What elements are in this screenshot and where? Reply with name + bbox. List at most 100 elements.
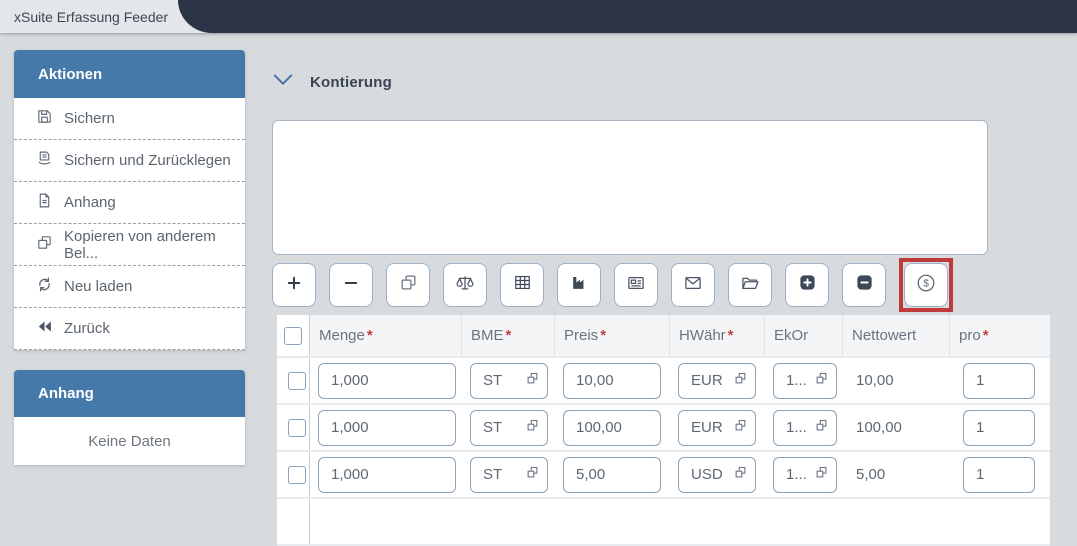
required-marker: * xyxy=(366,327,373,344)
save-putback-icon xyxy=(36,150,53,171)
hwaehr-input-field[interactable] xyxy=(683,372,733,389)
menge-input[interactable] xyxy=(323,419,448,436)
row-checkbox[interactable] xyxy=(288,418,306,437)
column-header-pro: pro * xyxy=(959,327,989,344)
select-all-checkbox[interactable] xyxy=(284,326,302,345)
toolbar-open-folder-button[interactable] xyxy=(728,263,772,307)
action-sichern-zuruecklegen[interactable]: Sichern und Zurücklegen xyxy=(14,140,245,182)
toolbar-add-row-button[interactable] xyxy=(272,263,316,307)
action-sichern[interactable]: Sichern xyxy=(14,98,245,140)
document-icon xyxy=(36,192,53,213)
ekor-input-field[interactable] xyxy=(778,466,814,483)
dollar-circle-icon: $ xyxy=(915,272,937,299)
value-help-icon[interactable] xyxy=(733,418,748,438)
hwaehr-input[interactable] xyxy=(678,362,756,399)
value-help-icon[interactable] xyxy=(733,465,748,485)
toolbar-news-button[interactable] xyxy=(614,263,658,307)
toolbar-factory-button[interactable] xyxy=(557,263,601,307)
kontierung-text-area[interactable] xyxy=(272,120,988,255)
preis-input[interactable] xyxy=(568,372,653,389)
required-marker: * xyxy=(600,327,607,344)
toolbar-table-view-button[interactable] xyxy=(500,263,544,307)
bme-input-field[interactable] xyxy=(475,466,525,483)
copy-icon xyxy=(36,234,53,255)
column-header-nettowert: Nettowert xyxy=(843,315,950,356)
column-header-menge: Menge * xyxy=(310,315,462,356)
value-help-icon[interactable] xyxy=(814,371,829,391)
bme-input[interactable] xyxy=(470,409,548,446)
toolbar-add-filled-button[interactable] xyxy=(785,263,829,307)
hwaehr-input[interactable] xyxy=(678,409,756,446)
action-anhang[interactable]: Anhang xyxy=(14,182,245,224)
value-help-icon[interactable] xyxy=(814,418,829,438)
ekor-input[interactable] xyxy=(773,409,837,446)
ekor-input[interactable] xyxy=(773,362,837,399)
row-checkbox[interactable] xyxy=(288,465,306,484)
column-header-bme: BME * xyxy=(462,315,555,356)
column-header-ekor: EkOr xyxy=(765,315,843,356)
nettowert-value: 10,00 xyxy=(856,372,894,389)
ekor-input[interactable] xyxy=(773,456,837,493)
attachment-panel: Anhang Keine Daten xyxy=(14,370,245,465)
toolbar-currency-button[interactable]: $ xyxy=(904,263,948,307)
hwaehr-input[interactable] xyxy=(678,456,756,493)
section-title-kontierung: Kontierung xyxy=(310,74,392,91)
toolbar-copy-row-button[interactable] xyxy=(386,263,430,307)
table-row: 5,00 xyxy=(277,452,1050,499)
kontierung-table: Menge * BME * Preis * HWähr * EkOr Nettowert… xyxy=(277,315,1050,546)
ekor-input-field[interactable] xyxy=(778,419,814,436)
menge-input[interactable] xyxy=(323,466,448,483)
action-label: Sichern und Zurücklegen xyxy=(64,152,231,169)
bme-input[interactable] xyxy=(470,362,548,399)
hwaehr-input-field[interactable] xyxy=(683,466,733,483)
chevron-down-icon[interactable] xyxy=(272,73,294,92)
toolbar-balance-button[interactable] xyxy=(443,263,487,307)
toolbar-remove-filled-button[interactable] xyxy=(842,263,886,307)
toolbar-remove-row-button[interactable] xyxy=(329,263,373,307)
preis-input[interactable] xyxy=(568,419,653,436)
action-neu-laden[interactable]: Neu laden xyxy=(14,266,245,308)
bme-input[interactable] xyxy=(470,456,548,493)
app-tab-title: xSuite Erfassung Feeder xyxy=(14,8,169,25)
actions-panel-header: Aktionen xyxy=(14,50,245,98)
actions-panel: Aktionen Sichern Sichern und Zurücklegen… xyxy=(14,50,245,350)
column-header-preis: Preis * xyxy=(555,315,670,356)
table-row xyxy=(277,499,1050,546)
action-kopieren[interactable]: Kopieren von anderem Bel... xyxy=(14,224,245,266)
plus-square-icon xyxy=(798,273,817,297)
value-help-icon[interactable] xyxy=(733,371,748,391)
action-zurueck[interactable]: Zurück xyxy=(14,308,245,350)
preis-input[interactable] xyxy=(568,466,653,483)
nettowert-value: 5,00 xyxy=(856,466,886,483)
header-select-cell xyxy=(277,315,310,356)
toolbar-mail-button[interactable] xyxy=(671,263,715,307)
value-help-icon[interactable] xyxy=(525,371,540,391)
scales-icon xyxy=(455,273,475,298)
action-label: Neu laden xyxy=(64,278,133,295)
table-header-row: Menge * BME * Preis * HWähr * EkOr Nettowert… xyxy=(277,315,1050,358)
minus-square-icon xyxy=(855,273,874,297)
bme-input-field[interactable] xyxy=(475,372,525,389)
hwaehr-input-field[interactable] xyxy=(683,419,733,436)
actions-panel-body: Sichern Sichern und Zurücklegen Anhang K… xyxy=(14,98,245,350)
back-icon xyxy=(36,318,53,339)
grid-icon xyxy=(513,273,532,297)
row-checkbox[interactable] xyxy=(288,371,306,390)
pro-input[interactable] xyxy=(968,466,1027,483)
folder-open-icon xyxy=(740,273,760,298)
bme-input-field[interactable] xyxy=(475,419,525,436)
pro-input[interactable] xyxy=(968,419,1027,436)
table-row: 10,00 xyxy=(277,358,1050,405)
pro-input[interactable] xyxy=(968,372,1027,389)
menge-input[interactable] xyxy=(323,372,448,389)
value-help-icon[interactable] xyxy=(525,465,540,485)
newspaper-icon xyxy=(626,273,646,298)
minus-icon xyxy=(342,274,360,297)
ekor-input-field[interactable] xyxy=(778,372,814,389)
action-label: Sichern xyxy=(64,110,115,127)
svg-text:$: $ xyxy=(923,278,929,289)
value-help-icon[interactable] xyxy=(814,465,829,485)
factory-icon xyxy=(570,273,589,297)
value-help-icon[interactable] xyxy=(525,418,540,438)
actions-panel-title: Aktionen xyxy=(38,65,103,83)
